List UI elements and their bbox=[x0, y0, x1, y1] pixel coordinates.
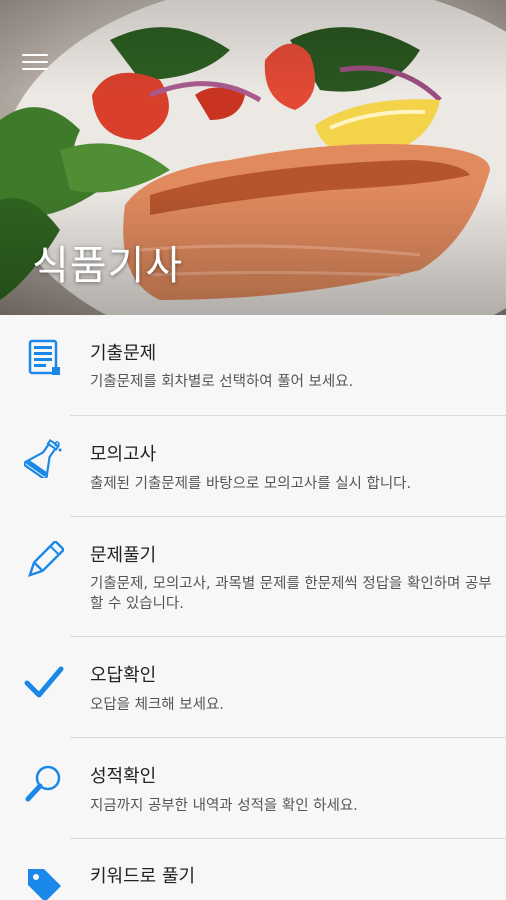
flask-icon bbox=[24, 438, 62, 478]
menu-item-desc: 오답을 체크해 보세요. bbox=[90, 697, 224, 713]
app-title: 식품기사 bbox=[32, 243, 184, 289]
menu-item-solve-questions[interactable]: 문제풀기 기출문제, 모의고사, 과목별 문제를 한문제씩 정답을 확인하며 공… bbox=[0, 517, 506, 637]
menu-list: 기출문제 기출문제를 회차별로 선택하여 풀어 보세요. 모의고사 출제된 기출… bbox=[0, 315, 506, 900]
menu-item-desc: 지금까지 공부한 내역과 성적을 확인 하세요. bbox=[90, 798, 358, 814]
menu-item-title: 키워드로 풀기 bbox=[90, 866, 196, 887]
menu-item-desc: 출제된 기출문제를 바탕으로 모의고사를 실시 합니다. bbox=[90, 476, 412, 492]
hero-banner: 식품기사 bbox=[0, 0, 506, 315]
menu-item-desc: 기출문제, 모의고사, 과목별 문제를 한문제씩 정답을 확인하며 공부 할 수… bbox=[90, 576, 492, 612]
menu-item-title: 오답확인 bbox=[90, 665, 157, 686]
menu-item-title: 모의고사 bbox=[90, 444, 157, 465]
tag-icon bbox=[28, 869, 61, 900]
menu-item-score-check[interactable]: 성적확인 지금까지 공부한 내역과 성적을 확인 하세요. bbox=[0, 738, 506, 839]
menu-item-desc: 기출문제를 회차별로 선택하여 풀어 보세요. bbox=[90, 374, 354, 390]
menu-item-mock-exam[interactable]: 모의고사 출제된 기출문제를 바탕으로 모의고사를 실시 합니다. bbox=[0, 416, 506, 517]
hamburger-menu-icon[interactable] bbox=[22, 54, 48, 74]
menu-item-past-exams[interactable]: 기출문제 기출문제를 회차별로 선택하여 풀어 보세요. bbox=[0, 315, 506, 416]
pencil-icon bbox=[27, 541, 64, 578]
menu-item-title: 기출문제 bbox=[90, 343, 157, 364]
checkmark-icon bbox=[24, 666, 64, 698]
document-list-icon bbox=[28, 339, 60, 375]
menu-item-wrong-answers[interactable]: 오답확인 오답을 체크해 보세요. bbox=[0, 637, 506, 738]
magnifier-icon bbox=[25, 765, 61, 802]
menu-item-keyword-solve[interactable]: 키워드로 풀기 bbox=[0, 839, 506, 900]
menu-item-title: 성적확인 bbox=[90, 766, 157, 787]
menu-item-title: 문제풀기 bbox=[90, 545, 157, 566]
